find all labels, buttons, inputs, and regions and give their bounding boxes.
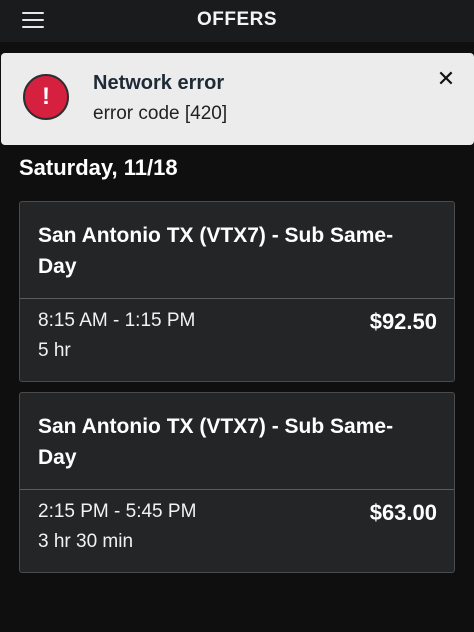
close-icon[interactable]: ✕ bbox=[434, 66, 458, 92]
offer-card[interactable]: San Antonio TX (VTX7) - Sub Same-Day 8:1… bbox=[19, 201, 455, 382]
offer-time-range: 8:15 AM - 1:15 PM bbox=[38, 310, 196, 331]
card-divider bbox=[20, 298, 454, 299]
page-title: OFFERS bbox=[196, 9, 278, 30]
offer-name: San Antonio TX (VTX7) - Sub Same-Day bbox=[38, 415, 394, 469]
offer-name: San Antonio TX (VTX7) - Sub Same-Day bbox=[38, 224, 394, 278]
top-app-bar: OFFERS bbox=[0, 0, 474, 42]
offer-duration: 3 hr 30 min bbox=[38, 531, 134, 552]
offer-card[interactable]: San Antonio TX (VTX7) - Sub Same-Day 2:1… bbox=[19, 392, 455, 573]
offer-price: $63.00 bbox=[369, 500, 437, 525]
offer-time-range: 2:15 PM - 5:45 PM bbox=[38, 501, 197, 522]
offer-price: $92.50 bbox=[369, 309, 437, 334]
date-heading: Saturday, 11/18 bbox=[19, 155, 178, 180]
error-message: error code [420] bbox=[93, 103, 228, 124]
exclamation-icon: ! bbox=[23, 74, 69, 120]
error-title: Network error bbox=[93, 72, 225, 94]
card-divider bbox=[20, 489, 454, 490]
error-toast bbox=[1, 53, 474, 145]
offer-duration: 5 hr bbox=[38, 340, 71, 361]
